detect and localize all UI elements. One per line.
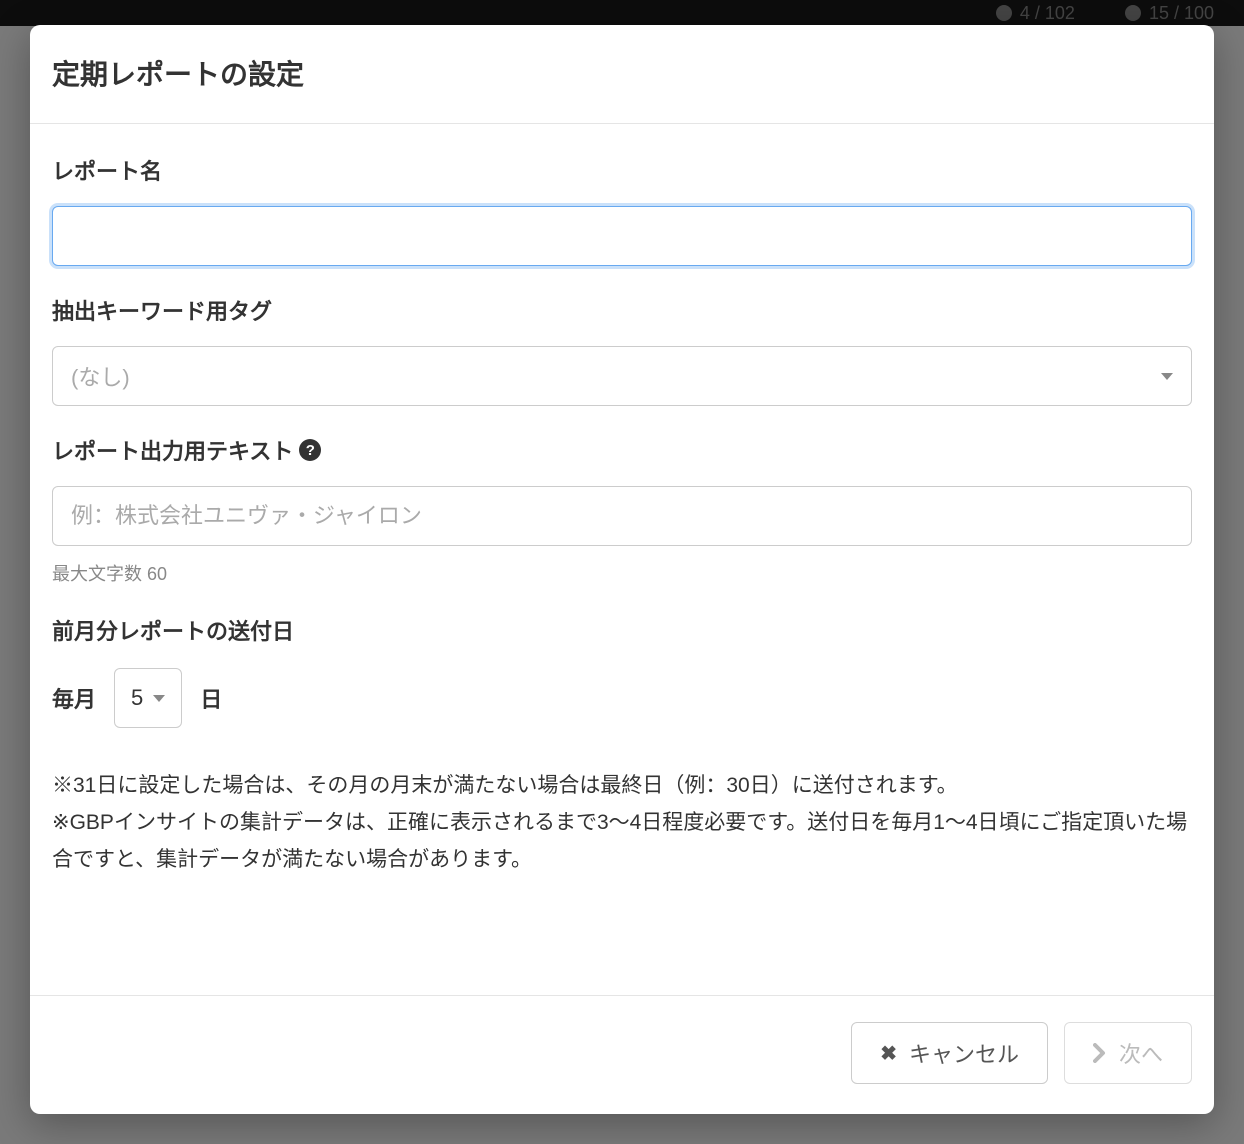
output-text-helper: 最大文字数 60 (52, 560, 1192, 586)
next-button-label: 次へ (1119, 1037, 1163, 1069)
send-day-suffix: 日 (200, 682, 222, 714)
chevron-right-icon (1093, 1043, 1107, 1063)
notes: ※31日に設定した場合は、その月の月末が満たない場合は最終日（例：30日）に送付… (52, 768, 1192, 878)
report-name-group: レポート名 (52, 154, 1192, 266)
caret-down-icon (153, 695, 165, 702)
modal-title: 定期レポートの設定 (52, 53, 1184, 93)
output-text-label-text: レポート出力用テキスト (52, 434, 293, 466)
send-day-label: 前月分レポートの送付日 (52, 614, 1192, 646)
cancel-button-label: キャンセル (909, 1037, 1019, 1069)
help-icon[interactable]: ? (299, 439, 321, 461)
output-text-label: レポート出力用テキスト ? (52, 434, 1192, 466)
report-name-label: レポート名 (52, 154, 1192, 186)
next-button[interactable]: 次へ (1064, 1022, 1192, 1084)
modal-footer: ✖ キャンセル 次へ (30, 995, 1214, 1114)
caret-down-icon (1161, 373, 1173, 380)
close-icon: ✖ (880, 1041, 897, 1066)
send-day-group: 前月分レポートの送付日 毎月 5 日 (52, 614, 1192, 728)
modal-header: 定期レポートの設定 (30, 25, 1214, 124)
note-1: ※31日に設定した場合は、その月の月末が満たない場合は最終日（例：30日）に送付… (52, 768, 1192, 805)
output-text-input[interactable] (52, 486, 1192, 546)
send-day-value: 5 (131, 685, 143, 711)
note-2: ※GBPインサイトの集計データは、正確に表示されるまで3〜4日程度必要です。送付… (52, 805, 1192, 879)
send-day-select[interactable]: 5 (114, 668, 182, 728)
output-text-group: レポート出力用テキスト ? 最大文字数 60 (52, 434, 1192, 586)
keyword-tag-select[interactable]: (なし) (52, 346, 1192, 406)
report-name-input[interactable] (52, 206, 1192, 266)
keyword-tag-group: 抽出キーワード用タグ (なし) (52, 294, 1192, 406)
modal-body: レポート名 抽出キーワード用タグ (なし) レポート出力用テキスト ? 最大文字… (30, 124, 1214, 995)
keyword-tag-selected: (なし) (71, 360, 130, 392)
cancel-button[interactable]: ✖ キャンセル (851, 1022, 1048, 1084)
periodic-report-settings-modal: 定期レポートの設定 レポート名 抽出キーワード用タグ (なし) レポート出力用テ… (30, 25, 1214, 1114)
keyword-tag-label: 抽出キーワード用タグ (52, 294, 1192, 326)
send-day-row: 毎月 5 日 (52, 668, 1192, 728)
send-day-prefix: 毎月 (52, 682, 96, 714)
